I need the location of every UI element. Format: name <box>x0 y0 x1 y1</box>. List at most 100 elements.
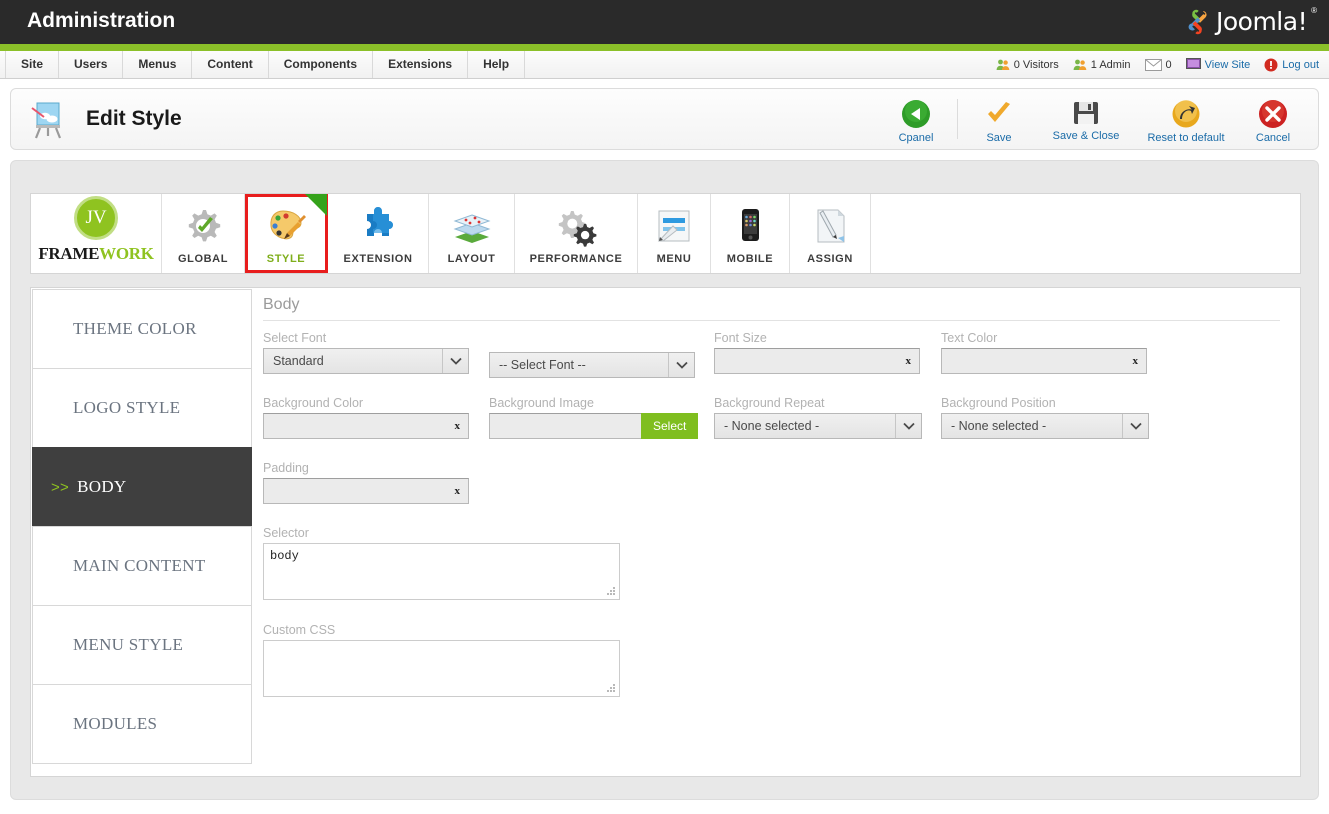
sidebar-item-logo-style[interactable]: LOGO STYLE <box>32 368 252 448</box>
background-position-value: - None selected - <box>951 419 1047 433</box>
background-color-input[interactable]: x <box>263 413 469 439</box>
selector-textarea[interactable]: body <box>263 543 620 600</box>
sidebar-item-theme-color[interactable]: THEME COLOR <box>32 289 252 369</box>
tab-layout-label: LAYOUT <box>447 253 496 265</box>
menu-item-menus[interactable]: Menus <box>123 51 193 78</box>
background-repeat-value: - None selected - <box>724 419 820 433</box>
framework-word-b: WORK <box>99 243 154 263</box>
palette-icon <box>265 203 307 249</box>
close-x-icon <box>1259 100 1287 128</box>
joomla-wordmark: Joomla! <box>1215 6 1308 36</box>
background-image-select-button[interactable]: Select <box>641 413 699 439</box>
background-position-label: Background Position <box>941 396 1056 410</box>
monitor-icon <box>1185 58 1201 69</box>
font-family-value: -- Select Font -- <box>499 358 586 372</box>
admins-icon <box>1073 59 1087 70</box>
sidebar-item-label: MAIN CONTENT <box>73 556 206 575</box>
joomla-logo: Joomla! ® <box>1182 6 1317 38</box>
menu-item-site[interactable]: Site <box>5 51 60 78</box>
selector-label: Selector <box>263 526 309 540</box>
toolbar: Cpanel Save Save & Close Reset to defaul… <box>879 95 1310 145</box>
font-size-label: Font Size <box>714 331 767 345</box>
view-site-link[interactable]: View Site <box>1185 58 1251 71</box>
menu-item-users[interactable]: Users <box>59 51 124 78</box>
tab-menu[interactable]: MENU <box>638 194 711 273</box>
chevron-down-icon <box>442 349 468 373</box>
body-style-form: Body Select Font Standard -- Select Font… <box>263 296 1292 768</box>
background-repeat-label: Background Repeat <box>714 396 825 410</box>
section-title-body: Body <box>263 296 1280 321</box>
menu-item-content[interactable]: Content <box>192 51 269 78</box>
joomla-trademark: ® <box>1311 5 1317 15</box>
checkmark-icon <box>988 102 1010 122</box>
messages-status[interactable]: 0 <box>1144 58 1172 71</box>
style-sidebar: THEME COLOR LOGO STYLE >> BODY MAIN CONT… <box>32 289 252 764</box>
clear-icon[interactable]: x <box>455 420 461 432</box>
padding-input[interactable]: x <box>263 478 469 504</box>
clear-icon[interactable]: x <box>906 355 912 367</box>
text-color-input[interactable]: x <box>941 348 1147 374</box>
font-type-select[interactable]: Standard <box>263 348 469 374</box>
two-gears-icon <box>555 203 597 249</box>
menu-item-help[interactable]: Help <box>468 51 526 78</box>
menu-item-components[interactable]: Components <box>269 51 374 78</box>
tab-extension-label: EXTENSION <box>343 253 413 265</box>
status-area: 0 Visitors 1 Admin 0 View Site Log out <box>996 51 1319 78</box>
tab-assign[interactable]: ASSIGN <box>790 194 871 273</box>
redo-arrow-icon <box>1172 100 1200 128</box>
log-out-link[interactable]: Log out <box>1264 58 1319 72</box>
font-family-select[interactable]: -- Select Font -- <box>489 352 695 378</box>
background-position-select[interactable]: - None selected - <box>941 413 1149 439</box>
view-site-label[interactable]: View Site <box>1205 59 1251 71</box>
tab-mobile-label: MOBILE <box>726 253 774 265</box>
save-label: Save <box>986 132 1012 144</box>
sidebar-item-main-content[interactable]: MAIN CONTENT <box>32 526 252 606</box>
framework-wordmark: FRAMEWORK <box>38 243 154 264</box>
toolbar-divider <box>957 99 958 139</box>
tab-extension[interactable]: EXTENSION <box>328 194 429 273</box>
logout-alert-icon <box>1264 58 1278 71</box>
selector-value: body <box>270 549 299 563</box>
tab-layout[interactable]: LAYOUT <box>429 194 515 273</box>
page-title: Edit Style <box>86 107 182 130</box>
field-text-color: Text Color x <box>941 331 1147 374</box>
cpanel-button[interactable]: Cpanel <box>879 95 953 144</box>
resize-grip-icon[interactable] <box>606 683 617 694</box>
cancel-button[interactable]: Cancel <box>1236 95 1310 144</box>
joomla-mark-icon <box>1188 9 1207 35</box>
log-out-label[interactable]: Log out <box>1282 59 1319 71</box>
tab-mobile[interactable]: MOBILE <box>711 194 790 273</box>
jv-badge-icon: JV <box>74 195 118 240</box>
green-accent-bar <box>0 44 1329 51</box>
tab-style[interactable]: STYLE <box>245 194 328 273</box>
sidebar-item-body[interactable]: >> BODY <box>32 447 252 527</box>
save-and-close-label: Save & Close <box>1052 130 1120 142</box>
field-background-position: Background Position - None selected - <box>941 396 1149 439</box>
envelope-icon <box>1144 58 1162 71</box>
active-arrows-icon: >> <box>51 478 70 496</box>
sidebar-item-modules[interactable]: MODULES <box>32 684 252 764</box>
custom-css-textarea[interactable] <box>263 640 620 697</box>
clear-icon[interactable]: x <box>455 485 461 497</box>
top-header-bar: Administration Joomla! ® <box>0 0 1329 44</box>
text-color-label: Text Color <box>941 331 998 345</box>
tab-framework-logo: JV FRAMEWORK <box>31 194 162 273</box>
selected-corner-flag-icon <box>305 194 327 216</box>
menu-item-extensions[interactable]: Extensions <box>373 51 469 78</box>
reset-to-default-button[interactable]: Reset to default <box>1136 95 1236 144</box>
background-image-input[interactable] <box>489 413 641 439</box>
save-and-close-button[interactable]: Save & Close <box>1036 95 1136 142</box>
save-button[interactable]: Save <box>962 95 1036 144</box>
tab-global[interactable]: GLOBAL <box>162 194 245 273</box>
page-title-bar: Edit Style Cpanel Save Save & Close Rese… <box>10 88 1319 150</box>
tab-performance[interactable]: PERFORMANCE <box>515 194 638 273</box>
font-size-input[interactable]: x <box>714 348 920 374</box>
field-custom-css: Custom CSS <box>263 623 620 697</box>
resize-grip-icon[interactable] <box>606 586 617 597</box>
clear-icon[interactable]: x <box>1133 355 1139 367</box>
background-repeat-select[interactable]: - None selected - <box>714 413 922 439</box>
puzzle-piece-icon <box>357 203 399 249</box>
sidebar-item-menu-style[interactable]: MENU STYLE <box>32 605 252 685</box>
field-background-repeat: Background Repeat - None selected - <box>714 396 922 439</box>
pen-document-icon <box>809 203 851 249</box>
